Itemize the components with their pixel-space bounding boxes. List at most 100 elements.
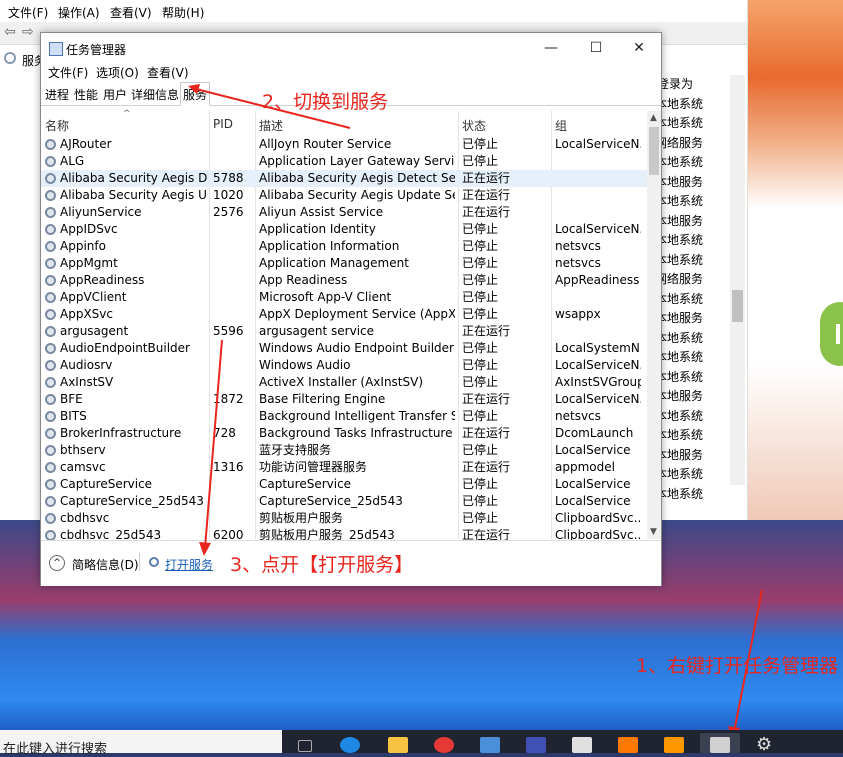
bg-menu-file[interactable]: 文件(F) <box>8 4 48 21</box>
table-row[interactable]: argusagent 5596 argusagent service 正在运行 <box>41 323 647 340</box>
bg-menu-help[interactable]: 帮助(H) <box>162 4 204 21</box>
col-pid[interactable]: PID <box>213 117 233 131</box>
bg-logon-cell: 本地系统 <box>655 350 704 364</box>
table-row[interactable]: AppIDSvc Application Identity 已停止 LocalServ… <box>41 221 647 238</box>
back-arrow-icon[interactable]: ⇦ <box>4 24 16 40</box>
service-status: 已停止 <box>462 409 499 423</box>
table-row[interactable]: AxInstSV ActiveX Installer (AxInstSV) 已停止 A… <box>41 374 647 391</box>
settings-gear-icon[interactable]: ⚙ <box>756 736 776 754</box>
service-group: LocalService <box>555 494 631 508</box>
taskbar-search[interactable]: 在此键入进行搜索 <box>0 730 282 757</box>
service-desc: Application Information <box>259 239 400 253</box>
bg-logon-cell: 本地系统 <box>655 330 704 345</box>
service-gear-icon <box>45 224 56 235</box>
table-row[interactable]: AppVClient Microsoft App-V Client 已停止 <box>41 289 647 306</box>
table-row[interactable]: BrokerInfrastructure 728 Background Tasks … <box>41 425 647 442</box>
table-row[interactable]: AJRouter AllJoyn Router Service 已停止 LocalSe… <box>41 136 647 153</box>
bg-logon-column: 登录为 本地系统 本地系统 网络服务 本地系统 本地服务 本地系统 本地服务 本地系统 本地系统… <box>655 75 730 501</box>
service-group: AxInstSVGroup <box>555 375 641 389</box>
service-group: LocalService <box>555 443 631 457</box>
table-row[interactable]: AppXSvc AppX Deployment Service (AppXS...… <box>41 306 647 323</box>
table-row[interactable]: BFE 1872 Base Filtering Engine 正在运行 LocalSer… <box>41 391 647 408</box>
close-button[interactable]: ✕ <box>619 37 659 59</box>
table-row[interactable]: Alibaba Security Aegis Up... 1020 Alibaba … <box>41 187 647 204</box>
service-gear-icon <box>45 173 56 184</box>
service-gear-icon <box>45 190 56 201</box>
service-desc: 蓝牙支持服务 <box>259 443 332 457</box>
service-name: AxInstSV <box>60 375 114 389</box>
tab-details[interactable]: 详细信息 <box>131 86 179 103</box>
open-services-link[interactable]: 打开服务 <box>165 556 213 573</box>
bg-scrollbar[interactable] <box>730 75 745 485</box>
table-row[interactable]: Alibaba Security Aegis De... 5788 Alibaba … <box>41 170 647 187</box>
network-icon[interactable] <box>526 737 546 753</box>
service-status: 正在运行 <box>462 426 511 440</box>
table-row[interactable]: ALG Application Layer Gateway Service 已停止 <box>41 153 647 170</box>
maximize-button[interactable]: ☐ <box>576 37 616 59</box>
service-status: 已停止 <box>462 154 499 168</box>
table-row[interactable]: cbdhsvc 剪贴板用户服务 已停止 ClipboardSvc... <box>41 510 647 527</box>
annotation-step2: 2、切换到服务 <box>262 91 389 113</box>
table-row[interactable]: AppMgmt Application Management 已停止 netsvcs <box>41 255 647 272</box>
tab-performance[interactable]: 性能 <box>74 86 98 103</box>
col-group[interactable]: 组 <box>555 117 567 134</box>
col-status[interactable]: 状态 <box>462 117 486 134</box>
forward-arrow-icon[interactable]: ⇨ <box>22 24 34 40</box>
table-row[interactable]: bthserv 蓝牙支持服务 已停止 LocalService <box>41 442 647 459</box>
service-name: AppReadiness <box>60 273 145 287</box>
col-name[interactable]: 名称 <box>45 117 69 134</box>
table-row[interactable]: AliyunService 2576 Aliyun Assist Service 正在… <box>41 204 647 221</box>
chart-app-icon[interactable] <box>618 737 638 753</box>
table-row[interactable]: BITS Background Intelligent Transfer Se..… <box>41 408 647 425</box>
table-row[interactable]: CaptureService CaptureService 已停止 LocalServ… <box>41 476 647 493</box>
file-explorer-icon[interactable] <box>388 737 408 753</box>
bg-logon-cell: 本地系统 <box>655 486 704 501</box>
service-desc: CaptureService_25d543 <box>259 494 403 508</box>
service-name: AJRouter <box>60 137 112 151</box>
menu-options[interactable]: 选项(O) <box>96 64 139 81</box>
table-row[interactable]: AppReadiness App Readiness 已停止 AppReadiness <box>41 272 647 289</box>
service-status: 已停止 <box>462 511 499 525</box>
list-scrollbar[interactable]: ▲ ▼ <box>647 111 661 539</box>
service-pid: 2576 <box>213 205 244 219</box>
task-view-icon[interactable] <box>298 740 312 752</box>
service-gear-icon <box>45 377 56 388</box>
service-desc: Aliyun Assist Service <box>259 205 384 219</box>
table-row[interactable]: CaptureService_25d543 CaptureService_25d5… <box>41 493 647 510</box>
table-row[interactable]: Appinfo Application Information 已停止 netsvcs <box>41 238 647 255</box>
chrome-icon[interactable] <box>434 737 454 753</box>
title-bar[interactable]: 任务管理器 — ☐ ✕ <box>41 33 661 63</box>
bg-menu-view[interactable]: 查看(V) <box>110 4 152 21</box>
service-status: 已停止 <box>462 256 499 270</box>
service-gear-icon <box>45 326 56 337</box>
table-row[interactable]: camsvc 1316 功能访问管理器服务 正在运行 appmodel <box>41 459 647 476</box>
task-manager-icon <box>49 42 63 56</box>
chevron-up-icon[interactable]: ^ <box>49 555 65 571</box>
service-name: CaptureService_25d543 <box>60 494 204 508</box>
service-status: 正在运行 <box>462 460 511 474</box>
control-panel-icon[interactable] <box>572 737 592 753</box>
menu-view[interactable]: 查看(V) <box>147 64 189 81</box>
table-row[interactable]: AudioEndpointBuilder Windows Audio Endpoi… <box>41 340 647 357</box>
service-name: Audiosrv <box>60 358 113 372</box>
service-pid: 5788 <box>213 171 244 185</box>
image-app-icon[interactable] <box>664 737 684 753</box>
tab-users[interactable]: 用户 <box>103 86 127 103</box>
bg-logon-cell: 本地系统 <box>655 96 704 111</box>
tab-processes[interactable]: 进程 <box>45 86 69 103</box>
floating-app-icon[interactable] <box>820 302 843 366</box>
bg-logon-cell: 本地服务 <box>655 311 704 325</box>
bg-menu-action[interactable]: 操作(A) <box>58 4 100 21</box>
tab-services[interactable]: 服务 <box>180 82 211 106</box>
minimize-button[interactable]: — <box>531 37 571 59</box>
menu-file[interactable]: 文件(F) <box>48 64 88 81</box>
table-row[interactable]: Audiosrv Windows Audio 已停止 LocalServiceN... <box>41 357 647 374</box>
col-desc[interactable]: 描述 <box>259 117 283 134</box>
desktop-wallpaper <box>745 0 843 520</box>
service-status: 正在运行 <box>462 188 511 202</box>
edge-icon[interactable] <box>340 737 360 753</box>
task-manager-taskbar-icon <box>710 737 730 753</box>
less-details-button[interactable]: 简略信息(D) <box>72 556 139 573</box>
server-manager-icon[interactable] <box>480 737 500 753</box>
bg-menubar: 文件(F) 操作(A) 查看(V) 帮助(H) <box>0 0 747 22</box>
